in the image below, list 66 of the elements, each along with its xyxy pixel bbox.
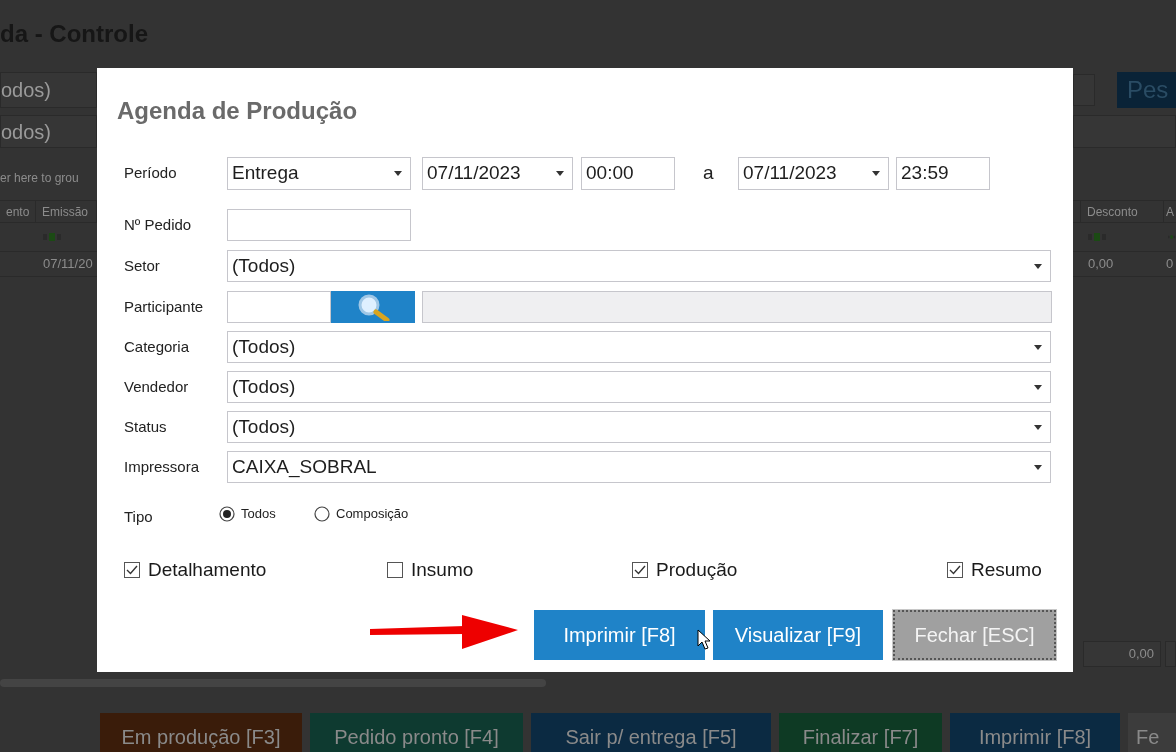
field-label: Participante bbox=[123, 296, 205, 317]
dropdown[interactable]: (Todos) bbox=[227, 331, 1051, 363]
date-picker[interactable]: 07/11/2023 bbox=[738, 157, 889, 190]
action-button[interactable]: Sair p/ entrega [F5] bbox=[531, 713, 771, 752]
checkbox-option[interactable]: Resumo bbox=[947, 555, 1067, 585]
radio-button[interactable] bbox=[314, 506, 330, 522]
search-button[interactable] bbox=[331, 291, 415, 323]
field-label: Impressora bbox=[123, 456, 201, 477]
action-button[interactable]: Imprimir [F8] bbox=[950, 713, 1120, 752]
filter-icon[interactable] bbox=[1088, 232, 1108, 242]
dialog-button[interactable]: Visualizar [F9] bbox=[713, 610, 883, 660]
total-field: 0,00 bbox=[1083, 641, 1161, 667]
field-label: Tipo bbox=[123, 506, 154, 527]
search-icon bbox=[356, 293, 390, 321]
field-label: Nº Pedido bbox=[123, 214, 193, 235]
time-field[interactable]: 00:00 bbox=[581, 157, 675, 190]
field-label: Período bbox=[123, 163, 178, 184]
dialog-button[interactable]: Imprimir [F8] bbox=[534, 610, 705, 660]
action-button[interactable]: Pedido pronto [F4] bbox=[310, 713, 523, 752]
time-field[interactable]: 23:59 bbox=[896, 157, 990, 190]
text-field[interactable] bbox=[1073, 74, 1095, 106]
column-header[interactable]: A bbox=[1163, 201, 1176, 222]
dropdown[interactable]: (Todos) bbox=[227, 250, 1051, 282]
filter-field[interactable]: odos) bbox=[0, 115, 97, 148]
radio-option[interactable]: Todos bbox=[219, 504, 314, 524]
dropdown[interactable]: (Todos) bbox=[227, 411, 1051, 443]
caret-icon bbox=[1034, 384, 1042, 390]
table-cell-text: 07/11/20 bbox=[42, 255, 94, 274]
radio-option[interactable]: Composição bbox=[314, 504, 434, 524]
caret-icon bbox=[872, 171, 880, 176]
checkbox[interactable] bbox=[947, 562, 963, 578]
checkbox-option[interactable]: Produção bbox=[632, 555, 947, 585]
column-header[interactable]: Desconto bbox=[1080, 201, 1163, 222]
action-button[interactable]: Em produção [F3] bbox=[100, 713, 302, 752]
dropdown[interactable]: Entrega bbox=[227, 157, 411, 190]
cursor-icon bbox=[697, 629, 711, 650]
caret-icon bbox=[1034, 424, 1042, 430]
table-cell-text: 0 bbox=[1165, 255, 1175, 274]
dropdown[interactable]: (Todos) bbox=[227, 371, 1051, 403]
date-picker[interactable]: 07/11/2023 bbox=[422, 157, 573, 190]
radio-button[interactable] bbox=[219, 506, 235, 522]
filter-icon[interactable] bbox=[43, 232, 63, 242]
field-label: Status bbox=[123, 416, 168, 437]
checkbox[interactable] bbox=[124, 562, 140, 578]
checkbox[interactable] bbox=[632, 562, 648, 578]
field-label: Setor bbox=[123, 255, 161, 276]
group-panel-hint: er here to grou bbox=[0, 170, 80, 187]
checkbox-option[interactable]: Insumo bbox=[387, 555, 632, 585]
caret-icon bbox=[394, 171, 402, 176]
dropdown[interactable]: CAIXA_SOBRAL bbox=[227, 451, 1051, 483]
range-separator: a bbox=[703, 161, 715, 186]
dialog-title: Agenda de Produção bbox=[117, 96, 358, 126]
checkbox[interactable] bbox=[387, 562, 403, 578]
field-label: Categoria bbox=[123, 336, 191, 357]
caret-icon bbox=[1034, 263, 1042, 269]
checkbox-option[interactable]: Detalhamento bbox=[124, 555, 387, 585]
filter-icon[interactable] bbox=[1168, 232, 1176, 242]
caret-icon bbox=[1034, 464, 1042, 470]
caret-icon bbox=[556, 171, 564, 176]
filter-field[interactable] bbox=[1073, 115, 1176, 148]
field-label: Vendedor bbox=[123, 376, 190, 397]
action-button[interactable]: Finalizar [F7] bbox=[779, 713, 942, 752]
table-cell-text: 0,00 bbox=[1087, 255, 1115, 274]
filter-field[interactable]: odos) bbox=[0, 72, 97, 108]
column-header[interactable]: ento bbox=[0, 201, 36, 222]
caret-icon bbox=[1034, 344, 1042, 350]
